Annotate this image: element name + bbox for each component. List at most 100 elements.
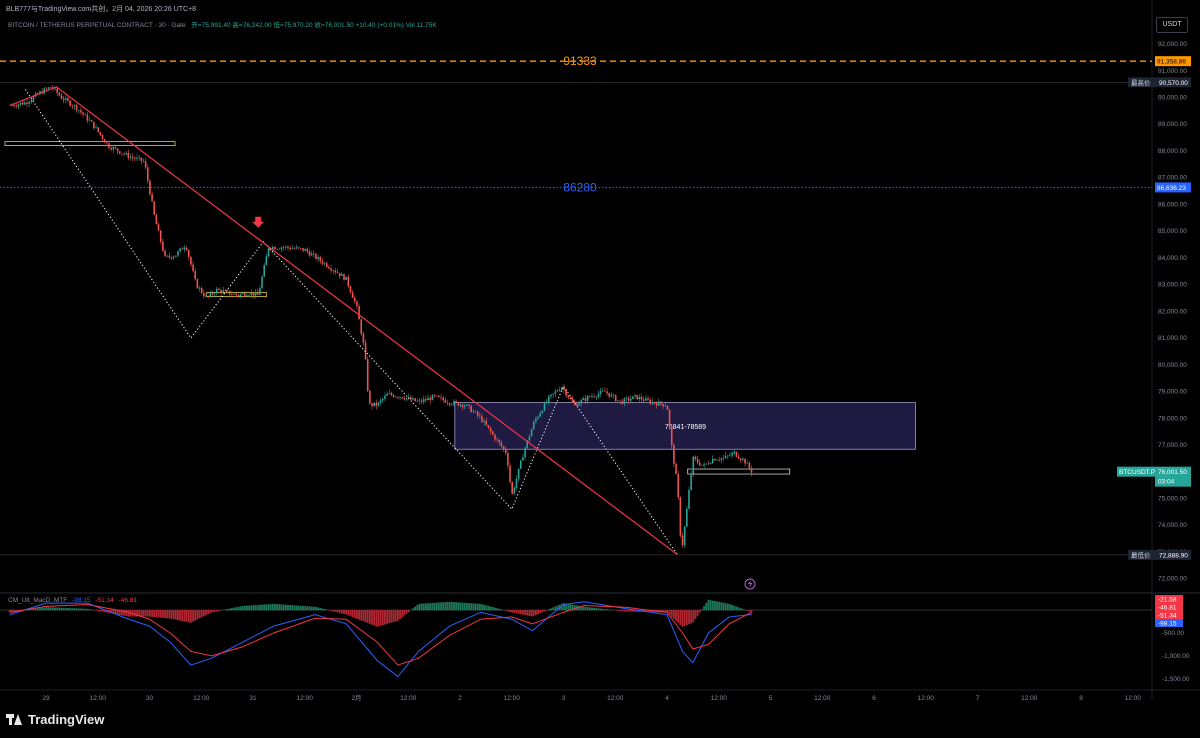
candle-body: [127, 153, 130, 158]
candle-body: [735, 451, 738, 457]
oscillator-legend[interactable]: CM_Ult_MacD_MTF -98.15 -51.34 -46.81: [8, 597, 137, 604]
histogram-bar: [440, 602, 442, 611]
candle-body: [390, 393, 393, 396]
candle-body: [86, 114, 89, 121]
candle-body: [77, 110, 80, 111]
histogram-bar: [140, 610, 143, 617]
candle-body: [660, 401, 662, 405]
currency-button[interactable]: USDT: [1156, 17, 1188, 33]
candle-body: [435, 395, 438, 397]
histogram-bar: [541, 610, 544, 613]
candle-body: [470, 405, 473, 413]
candle-body: [88, 120, 91, 121]
candle-body: [97, 127, 99, 132]
candle-body: [67, 98, 69, 101]
candle-body: [515, 478, 518, 488]
histogram-bar: [597, 608, 600, 611]
price-tick-label: 91,000.00: [1158, 68, 1187, 75]
candle-body: [410, 397, 412, 400]
candle-body: [157, 224, 160, 231]
oscillator-value-3: -46.81: [118, 597, 137, 604]
candle-body: [632, 396, 634, 400]
candle-body: [159, 230, 162, 242]
candle-body: [429, 397, 432, 401]
histogram-bar: [375, 610, 378, 627]
candle-body: [375, 402, 378, 406]
histogram-bar: [593, 607, 596, 611]
histogram-bar: [513, 610, 516, 613]
histogram-bar: [519, 610, 522, 615]
histogram-bar: [427, 603, 429, 611]
candle-body: [701, 465, 703, 467]
candle-body: [397, 396, 399, 398]
histogram-bar: [345, 610, 348, 615]
candle-body: [724, 455, 727, 458]
histogram-bar: [73, 608, 76, 611]
candle-body: [377, 402, 380, 406]
current-price-label: 76,001.50: [1158, 469, 1187, 476]
candle-body: [451, 404, 453, 406]
histogram-bar: [198, 610, 201, 619]
candle-body: [686, 508, 688, 527]
level-label-91333: 91333: [563, 54, 597, 68]
histogram-bar: [729, 604, 731, 611]
candle-body: [539, 413, 542, 417]
price-tick-label: 92,000.00: [1158, 41, 1187, 48]
histogram-bar: [280, 604, 283, 611]
candle-body: [589, 396, 591, 397]
histogram-bar: [554, 606, 557, 611]
candle-body: [162, 241, 164, 251]
histogram-bar: [528, 610, 531, 616]
histogram-bar: [190, 610, 192, 623]
candle-body: [304, 249, 306, 251]
histogram-bar: [517, 610, 520, 614]
candle-body: [45, 88, 48, 90]
histogram-bar: [547, 609, 550, 611]
candle-body: [636, 395, 639, 400]
histogram-bar: [455, 602, 458, 611]
symbol-legend[interactable]: BITCOIN / TETHERUS PERPETUAL CONTRACT · …: [8, 19, 437, 29]
candle-body: [218, 288, 220, 290]
candle-body: [537, 416, 539, 419]
histogram-bar: [224, 609, 227, 611]
histogram-bar: [673, 610, 675, 619]
candle-body: [472, 411, 475, 413]
oscillator-value-1: -98.15: [72, 597, 91, 604]
candle-body: [427, 397, 429, 401]
candle-body: [569, 397, 572, 399]
histogram-bar: [218, 610, 220, 611]
histogram-bar: [731, 604, 734, 611]
time-tick-label: 2月: [351, 694, 361, 702]
histogram-bar: [694, 610, 697, 619]
histogram-bar: [386, 610, 389, 624]
candle-body: [239, 294, 242, 296]
candle-body: [629, 399, 632, 401]
histogram-bar: [711, 600, 714, 611]
candle-body: [106, 142, 108, 144]
histogram-bar: [368, 610, 371, 624]
histogram-bar: [362, 610, 365, 622]
histogram-bar: [390, 610, 393, 623]
candle-body: [369, 390, 371, 404]
candle-body: [328, 266, 330, 269]
candle-body: [310, 253, 313, 256]
candle-body: [80, 110, 82, 113]
histogram-bar: [604, 609, 606, 611]
countdown-label: 03:04: [1158, 479, 1175, 486]
candle-body: [207, 296, 209, 297]
candle-body: [62, 98, 65, 101]
candle-body: [690, 473, 692, 490]
tradingview-logo[interactable]: TradingView: [6, 712, 104, 727]
candle-body: [233, 293, 235, 295]
candle-body: [200, 287, 203, 293]
histogram-bar: [491, 607, 494, 611]
candle-body: [662, 404, 664, 407]
time-tick-label: 31: [249, 695, 257, 702]
histogram-bar: [599, 608, 602, 611]
candle-body: [142, 160, 145, 162]
candle-body: [278, 248, 281, 250]
oscillator-value-tag: -51.34: [1158, 612, 1177, 619]
symbol-name: BITCOIN / TETHERUS PERPETUAL CONTRACT · …: [8, 22, 186, 29]
histogram-bar: [698, 610, 701, 613]
histogram-bar: [707, 599, 710, 611]
